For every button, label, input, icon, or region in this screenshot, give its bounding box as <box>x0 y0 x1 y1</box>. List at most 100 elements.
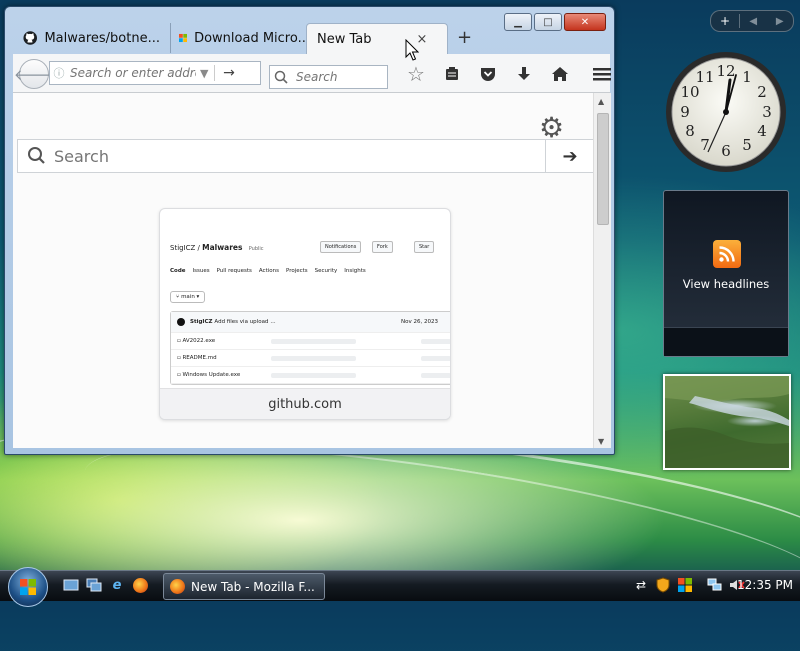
svg-text:3: 3 <box>762 103 772 121</box>
scroll-thumb[interactable] <box>597 113 609 225</box>
internet-explorer-icon[interactable]: e <box>108 576 126 594</box>
tile-thumbnail: StigICZ / Malwares Public Notifications … <box>160 209 450 389</box>
repo-tabs: Code Issues Pull requests Actions Projec… <box>170 268 366 274</box>
show-desktop-icon[interactable] <box>62 576 80 594</box>
mouse-cursor-icon <box>405 39 419 61</box>
tab-new-tab[interactable]: New Tab × <box>306 23 448 55</box>
rss-icon <box>713 240 741 268</box>
repo-visibility: Public <box>248 246 264 252</box>
feed-footer <box>664 327 788 356</box>
repo-tab: Projects <box>285 268 308 274</box>
commit-message: Add files via upload <box>214 319 269 325</box>
branch-selector: ⑂ main ▾ <box>170 291 206 303</box>
repo-tab: Code <box>170 268 186 274</box>
windows-flag-icon[interactable] <box>676 575 694 595</box>
vertical-scrollbar[interactable]: ▲ ▼ <box>593 93 611 448</box>
back-button[interactable]: 🡐 <box>14 59 54 89</box>
sidebar-prev-icon[interactable]: ◀ <box>740 16 767 27</box>
microsoft-icon <box>179 33 188 43</box>
tile-label: github.com <box>160 388 450 419</box>
taskbar-clock[interactable]: 12:35 PM <box>737 578 793 592</box>
tab-strip: Malwares/botne... Download Micro... New … <box>13 23 603 55</box>
dropdown-icon[interactable]: ▼ <box>200 67 214 80</box>
file-name: AV2022.exe <box>182 338 216 344</box>
new-tab-page: ⚙ ➔ StigICZ / Malwares Public Notificati… <box>13 93 593 448</box>
svg-text:5: 5 <box>742 136 752 154</box>
svg-text:8: 8 <box>685 122 695 140</box>
pocket-icon[interactable] <box>470 62 506 86</box>
fork-pill: Fork <box>372 241 393 253</box>
slideshow-gadget[interactable] <box>663 374 791 470</box>
svg-text:6: 6 <box>721 142 731 160</box>
page-search-box[interactable]: ➔ <box>17 139 593 173</box>
sidebar-controls: + ◀ ▶ <box>710 10 794 32</box>
svg-text:4: 4 <box>757 122 767 140</box>
search-input[interactable] <box>294 69 386 85</box>
search-bar[interactable] <box>269 65 388 89</box>
commit-date: Nov 26, 2023 <box>401 319 438 325</box>
repo-tab: Insights <box>344 268 366 274</box>
windows-logo-icon <box>20 579 36 595</box>
quick-launch: e <box>62 576 149 594</box>
scroll-up-icon[interactable]: ▲ <box>598 97 604 106</box>
branch-name: main <box>181 294 195 300</box>
hamburger-menu-icon[interactable] <box>584 62 620 86</box>
network-share-icon[interactable]: ⇄ <box>632 575 650 595</box>
svg-text:12: 12 <box>716 62 735 80</box>
page-search-input[interactable] <box>52 145 545 167</box>
bookmark-star-icon[interactable]: ☆ <box>398 62 434 86</box>
tab-github[interactable]: Malwares/botne... <box>13 23 171 53</box>
sidebar-next-icon[interactable]: ▶ <box>767 16 794 27</box>
svg-text:1: 1 <box>742 68 752 86</box>
avatar <box>177 318 185 326</box>
taskbar-button-firefox[interactable]: New Tab - Mozilla F... <box>163 573 325 600</box>
firefox-icon <box>170 579 185 594</box>
file-name: README.md <box>182 355 217 361</box>
github-icon <box>23 31 38 45</box>
star-pill: Star <box>414 241 435 253</box>
navigation-toolbar: 🡐 ⓘ ▼ → ☆ <box>13 54 611 93</box>
add-gadget-icon[interactable]: + <box>711 14 740 28</box>
repo-tab: Security <box>314 268 338 274</box>
tab-title: New Tab <box>317 32 372 47</box>
bookmarks-menu-icon[interactable] <box>434 62 470 86</box>
clock-gadget[interactable]: 12 12 345 678 91011 <box>664 50 788 174</box>
view-headlines-label[interactable]: View headlines <box>664 277 788 291</box>
security-shield-icon[interactable] <box>654 575 672 595</box>
home-icon[interactable] <box>542 62 578 86</box>
url-bar[interactable]: ⓘ ▼ → <box>49 61 261 85</box>
downloads-icon[interactable] <box>506 62 542 86</box>
commit-ellipsis: ... <box>270 319 276 325</box>
table-row: ▫ AV2022.exe <box>171 333 450 350</box>
repo-tab: Pull requests <box>216 268 252 274</box>
taskbar: e New Tab - Mozilla F... ⇄ 12:35 PM <box>0 567 800 607</box>
new-tab-button[interactable]: + <box>457 27 472 48</box>
file-table: StigICZ Add files via upload ... Nov 26,… <box>170 311 450 385</box>
repo-name: Malwares <box>202 243 243 252</box>
svg-text:9: 9 <box>680 103 690 121</box>
info-icon[interactable]: ⓘ <box>50 65 68 81</box>
firefox-icon[interactable] <box>131 576 149 594</box>
toolbar-icons: ☆ <box>398 62 620 86</box>
search-go-button[interactable]: ➔ <box>545 140 593 172</box>
network-icon[interactable] <box>706 575 724 595</box>
start-button[interactable] <box>8 567 48 607</box>
repo-title: StigICZ / Malwares Public <box>170 243 264 252</box>
search-icon <box>274 70 288 84</box>
feed-headlines-gadget[interactable]: View headlines <box>663 190 789 357</box>
top-site-tile[interactable]: StigICZ / Malwares Public Notifications … <box>159 208 451 420</box>
repo-owner: StigICZ <box>170 244 196 252</box>
commit-author: StigICZ <box>190 319 213 325</box>
notifications-pill: Notifications <box>320 241 362 253</box>
tab-title: Malwares/botne... <box>44 30 160 46</box>
file-name: Windows Update.exe <box>182 372 241 378</box>
tab-microsoft[interactable]: Download Micro... <box>169 23 321 53</box>
go-arrow-icon[interactable]: → <box>214 65 243 81</box>
svg-text:11: 11 <box>695 68 714 86</box>
switch-windows-icon[interactable] <box>85 576 103 594</box>
svg-text:2: 2 <box>757 83 767 101</box>
search-icon <box>28 147 45 164</box>
scroll-down-icon[interactable]: ▼ <box>598 437 604 446</box>
url-input[interactable] <box>68 65 198 81</box>
table-row: ▫ README.md <box>171 350 450 367</box>
